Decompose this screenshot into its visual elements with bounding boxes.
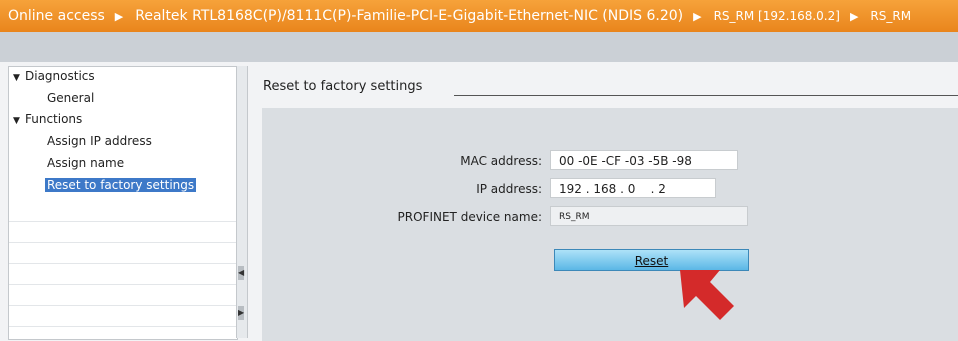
tree-item-assign-name[interactable]: Assign name <box>47 156 124 170</box>
reset-button-label: Reset <box>634 254 669 268</box>
ip-address-field[interactable]: 192 . 168 . 0 . 2 <box>550 178 716 198</box>
tree-item-assign-ip[interactable]: Assign IP address <box>47 134 152 148</box>
tree-divider <box>9 305 237 306</box>
title-bar: Online access ▶ Realtek RTL8168C(P)/8111… <box>0 0 958 32</box>
tree-item-label: Functions <box>25 112 83 126</box>
collapse-left-icon[interactable]: ◀ <box>238 266 244 280</box>
tree-item-diagnostics[interactable]: ▼ Diagnostics <box>13 69 95 83</box>
tree-item-reset-factory[interactable]: Reset to factory settings <box>45 178 197 192</box>
expand-down-icon[interactable]: ▼ <box>13 116 25 126</box>
panel-splitter[interactable]: ◀ ▶ <box>236 66 248 338</box>
breadcrumb-separator-icon: ▶ <box>849 9 859 23</box>
tree-divider <box>9 263 237 264</box>
breadcrumb-device-overflow[interactable]: RS_RM <box>862 9 917 23</box>
breadcrumb-separator-icon: ▶ <box>114 9 124 23</box>
breadcrumb-separator-icon: ▶ <box>693 9 702 23</box>
tree-divider <box>9 242 237 243</box>
pointer-arrow-icon <box>680 270 734 320</box>
breadcrumb-online-access[interactable]: Online access <box>0 8 111 24</box>
breadcrumb-network-adapter[interactable]: Realtek RTL8168C(P)/8111C(P)-Familie-PCI… <box>127 8 689 24</box>
toolbar-strip <box>0 32 958 62</box>
mac-address-field[interactable]: 00 -0E -CF -03 -5B -98 <box>550 150 738 170</box>
breadcrumb-device[interactable]: RS_RM [192.168.0.2] <box>706 9 846 23</box>
mac-address-label: MAC address: <box>460 154 542 168</box>
expand-right-icon[interactable]: ▶ <box>238 306 244 320</box>
expand-down-icon[interactable]: ▼ <box>13 73 25 83</box>
profinet-device-name-field: RS_RM <box>550 206 748 226</box>
tree-item-label: Diagnostics <box>25 69 95 83</box>
panel-title: Reset to factory settings <box>263 79 423 94</box>
title-divider <box>454 95 958 96</box>
ip-address-label: IP address: <box>476 182 542 196</box>
tree-divider <box>9 326 237 327</box>
tree-item-general[interactable]: General <box>47 91 94 105</box>
navigation-tree: ▼ Diagnostics General ▼ Functions Assign I… <box>8 66 238 340</box>
tree-item-functions[interactable]: ▼ Functions <box>13 112 82 126</box>
tree-divider <box>9 221 237 222</box>
profinet-device-name-label: PROFINET device name: <box>397 210 542 224</box>
tree-divider <box>9 284 237 285</box>
